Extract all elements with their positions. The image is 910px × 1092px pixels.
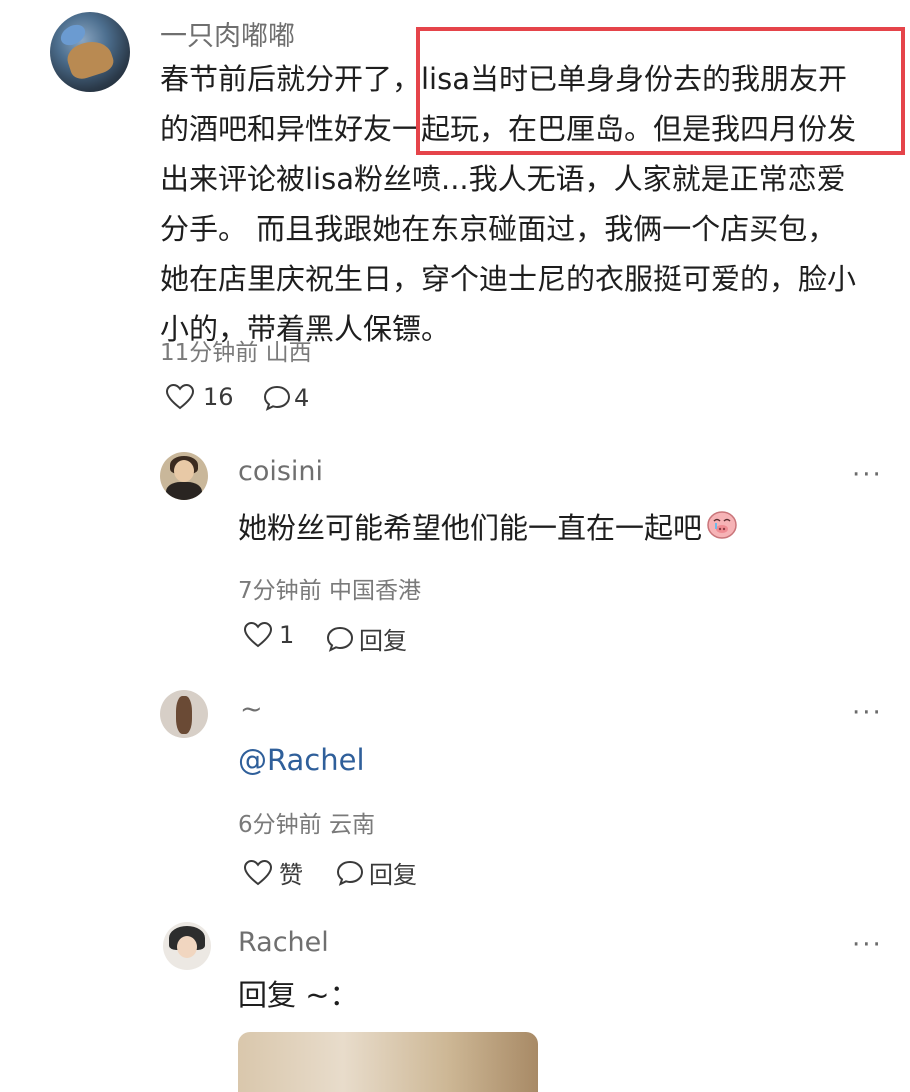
comment-line: 分手。 而且我跟她在东京碰面过，我俩一个店买包， [160, 212, 837, 246]
avatar[interactable] [163, 922, 211, 970]
reply-text-content: 她粉丝可能希望他们能一直在一起吧 [238, 511, 703, 545]
username[interactable]: coisini [238, 456, 323, 487]
like-button[interactable]: 赞 [243, 855, 303, 890]
comment-line: 出来评论被lisa粉丝喷...我人无语，人家就是正常恋爱 [160, 162, 846, 196]
comment-icon [325, 624, 355, 654]
avatar[interactable] [50, 12, 130, 92]
crying-pig-emoji-icon [706, 505, 738, 555]
comment-line: 她在店里庆祝生日，穿个迪士尼的衣服挺可爱的，脸小 [160, 262, 857, 296]
username[interactable]: Rachel [238, 927, 329, 958]
avatar[interactable] [160, 452, 208, 500]
heart-icon [243, 859, 273, 887]
highlight-box [416, 27, 905, 155]
comment-meta: 11分钟前 山西 [160, 340, 312, 366]
like-label: 赞 [279, 861, 303, 889]
reply-text: 回复 ~： [238, 978, 359, 1012]
comment-icon [262, 383, 292, 413]
more-options-icon[interactable]: ··· [852, 930, 883, 960]
reply-label: 回复 [369, 861, 417, 889]
reply-text: 她粉丝可能希望他们能一直在一起吧 [238, 503, 738, 555]
reply-label: 回复 [359, 627, 407, 655]
avatar[interactable] [160, 690, 208, 738]
reply-count: 4 [294, 384, 310, 412]
heart-icon [165, 383, 195, 411]
like-count: 1 [279, 621, 295, 649]
reply-meta: 7分钟前 中国香港 [238, 578, 421, 604]
like-count: 16 [203, 383, 234, 411]
like-button[interactable]: 16 [165, 383, 234, 411]
reply-image[interactable] [238, 1032, 538, 1092]
like-button[interactable]: 1 [243, 621, 294, 649]
username[interactable]: 一只肉嘟嘟 [160, 14, 295, 53]
mention-link[interactable]: @Rachel [238, 735, 365, 785]
more-options-icon[interactable]: ··· [852, 698, 883, 728]
reply-button[interactable]: 4 [262, 383, 309, 413]
reply-meta: 6分钟前 云南 [238, 812, 375, 838]
username[interactable]: ~ [240, 694, 263, 725]
reply-button[interactable]: 回复 [325, 621, 407, 656]
more-options-icon[interactable]: ··· [852, 460, 883, 490]
reply-button[interactable]: 回复 [335, 855, 417, 890]
heart-icon [243, 621, 273, 649]
comment-icon [335, 858, 365, 888]
